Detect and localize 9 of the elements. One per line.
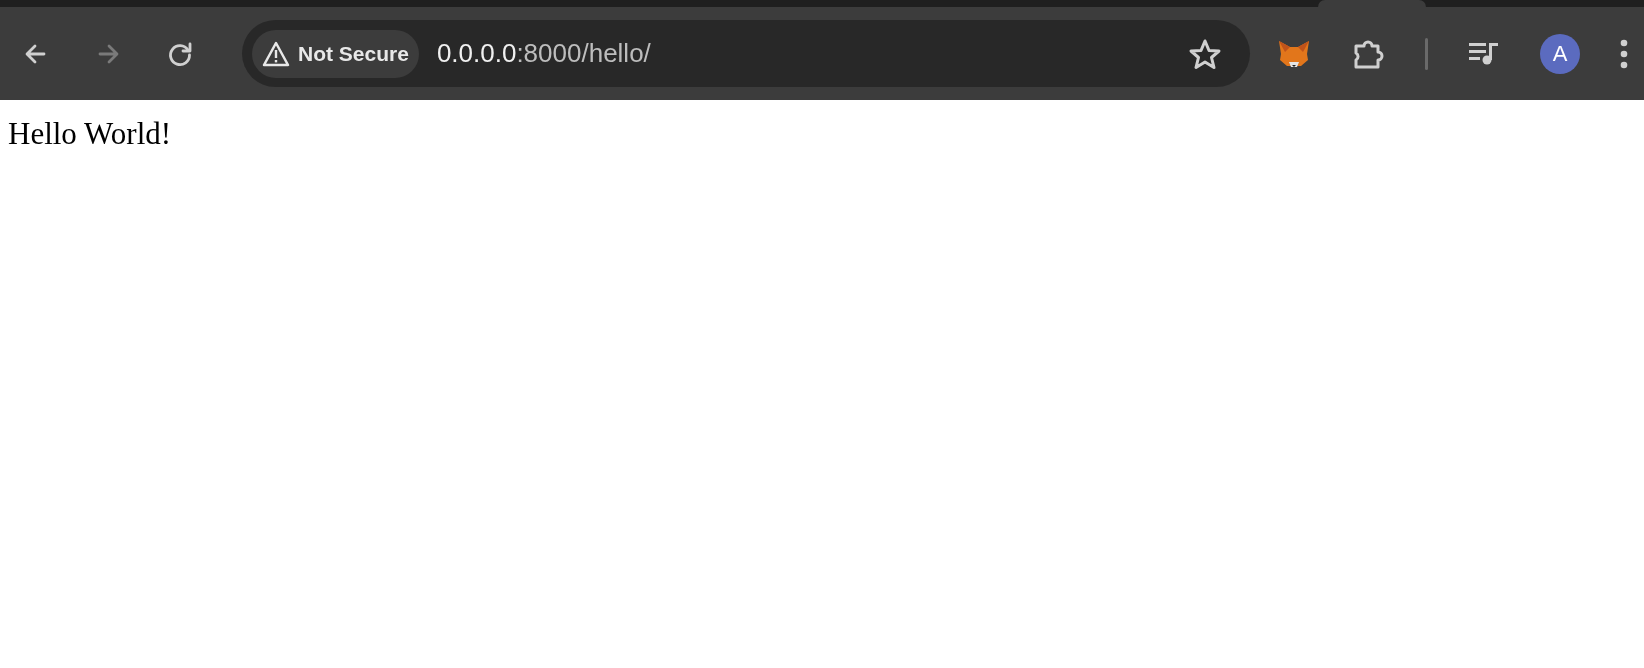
url-text[interactable]: 0.0.0.0:8000/hello/ bbox=[436, 34, 651, 73]
star-icon[interactable] bbox=[1188, 37, 1222, 70]
security-chip[interactable]: Not Secure bbox=[252, 29, 419, 78]
page-text: Hello World! bbox=[8, 118, 173, 149]
security-label: Not Secure bbox=[298, 40, 409, 67]
profile-avatar[interactable]: A bbox=[1540, 33, 1580, 74]
warning-icon bbox=[262, 40, 290, 67]
address-bar[interactable]: Not Secure 0.0.0.0:8000/hello/ bbox=[242, 20, 1250, 87]
menu-icon[interactable] bbox=[1620, 38, 1628, 69]
